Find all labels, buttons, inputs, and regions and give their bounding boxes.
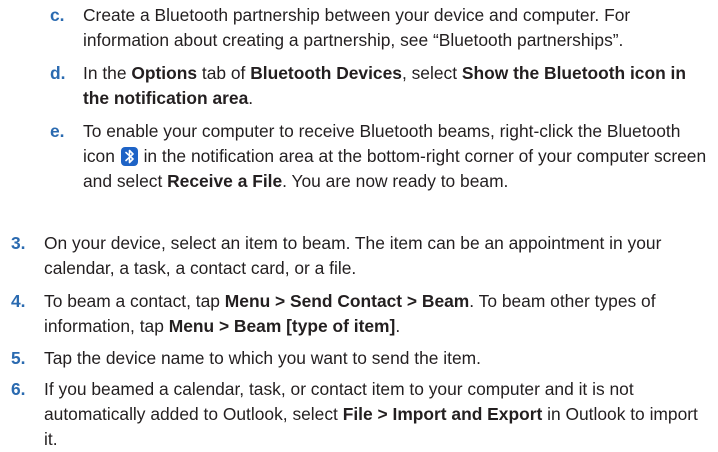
- step-text: To enable your computer to receive Bluet…: [83, 121, 707, 191]
- step-text: Create a Bluetooth partnership between y…: [83, 5, 631, 50]
- step-4: 4. To beam a contact, tap Menu > Send Co…: [11, 289, 708, 339]
- step-text: On your device, select an item to beam. …: [44, 233, 662, 278]
- step-text: Tap the device name to which you want to…: [44, 348, 481, 368]
- step-text: In the Options tab of Bluetooth Devices,…: [83, 63, 687, 108]
- step-marker: 6.: [11, 379, 26, 399]
- step-c: c. Create a Bluetooth partnership betwee…: [50, 3, 708, 53]
- step-text: To beam a contact, tap Menu > Send Conta…: [44, 291, 656, 336]
- step-5: 5. Tap the device name to which you want…: [11, 346, 708, 371]
- step-marker: 4.: [11, 291, 26, 311]
- step-d: d. In the Options tab of Bluetooth Devic…: [50, 61, 708, 111]
- step-marker: 3.: [11, 233, 26, 253]
- step-marker: 5.: [11, 348, 26, 368]
- step-marker: d.: [50, 63, 66, 83]
- step-marker: c.: [50, 5, 65, 25]
- step-3: 3. On your device, select an item to bea…: [11, 231, 708, 281]
- bluetooth-icon: [120, 147, 138, 166]
- step-marker: e.: [50, 121, 65, 141]
- step-6: 6. If you beamed a calendar, task, or co…: [11, 377, 708, 452]
- step-e: e. To enable your computer to receive Bl…: [50, 119, 708, 194]
- step-text: If you beamed a calendar, task, or conta…: [44, 379, 698, 449]
